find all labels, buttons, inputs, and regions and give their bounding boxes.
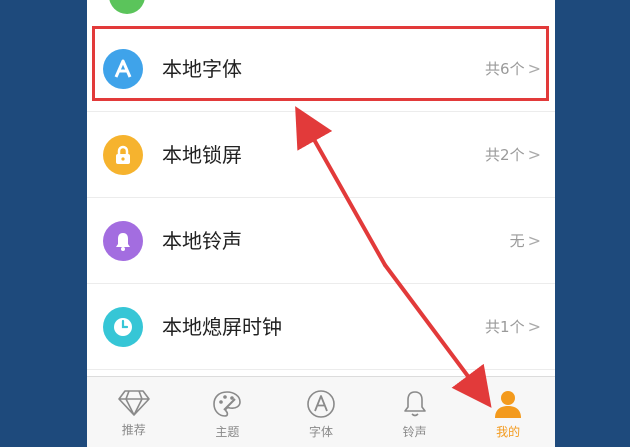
list-item-label: 本地字体 <box>162 57 242 81</box>
bell-icon <box>403 391 426 417</box>
list-item-count: 共1个 > <box>485 317 541 336</box>
tab-fonts[interactable]: 字体 <box>274 377 368 447</box>
chevron-right-icon: > <box>527 145 541 164</box>
tab-label: 铃声 <box>402 425 427 439</box>
list-item-local-lockscreens[interactable]: 本地锁屏 共2个 > <box>87 112 555 198</box>
chevron-right-icon: > <box>527 231 541 250</box>
partial-green-icon <box>109 0 145 14</box>
tab-label: 我的 <box>496 425 521 439</box>
clock-icon <box>103 307 143 347</box>
palette-icon <box>213 391 242 417</box>
list-item-local-fonts[interactable]: 本地字体 共6个 > <box>87 26 555 112</box>
list-item-count: 无 > <box>509 231 541 250</box>
list-item-count: 共6个 > <box>485 59 541 78</box>
diamond-icon <box>117 390 150 416</box>
tab-themes[interactable]: 主题 <box>181 377 275 447</box>
chevron-right-icon: > <box>527 317 541 336</box>
font-a-icon <box>103 49 143 89</box>
person-icon <box>495 391 522 418</box>
previous-list-item-partial <box>87 0 555 18</box>
tab-label: 字体 <box>308 425 333 439</box>
list-item-label: 本地锁屏 <box>162 143 242 167</box>
bottom-tab-bar: 推荐 主题 字体 铃声 我的 <box>87 376 555 447</box>
bell-icon <box>103 221 143 261</box>
chevron-right-icon: > <box>527 59 541 78</box>
tab-label: 推荐 <box>121 423 146 437</box>
list-item-label: 本地熄屏时钟 <box>162 315 282 339</box>
tab-label: 主题 <box>215 425 240 439</box>
tab-mine[interactable]: 我的 <box>461 377 555 447</box>
lock-icon <box>103 135 143 175</box>
list-item-local-aod-clock[interactable]: 本地熄屏时钟 共1个 > <box>87 284 555 370</box>
font-a-icon <box>307 390 335 418</box>
tab-recommend[interactable]: 推荐 <box>87 377 181 447</box>
phone-screen: 本地字体 共6个 > 本地锁屏 共2个 > 本地铃声 无 > 本地熄屏时钟 共1… <box>87 0 555 447</box>
list-item-local-ringtones[interactable]: 本地铃声 无 > <box>87 198 555 284</box>
tab-ringtones[interactable]: 铃声 <box>368 377 462 447</box>
list-item-count: 共2个 > <box>485 145 541 164</box>
list-item-label: 本地铃声 <box>162 229 242 253</box>
